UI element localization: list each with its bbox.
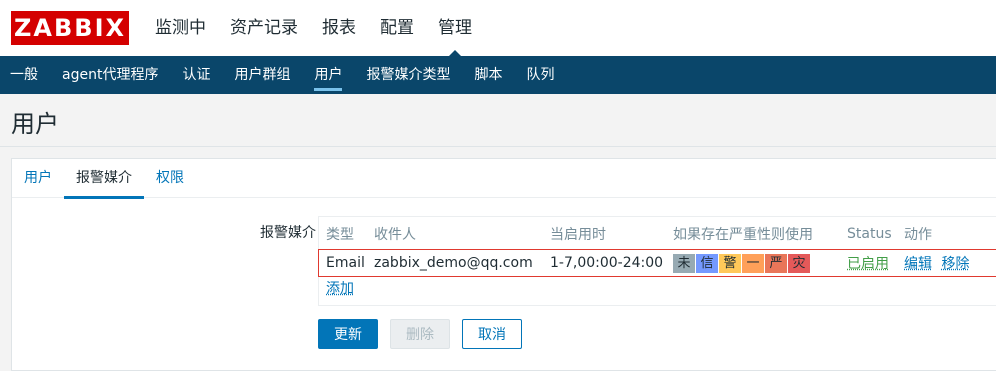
submenu-item-media-types[interactable]: 报警媒介类型 <box>354 56 462 94</box>
tab-media[interactable]: 报警媒介 <box>64 159 144 199</box>
cancel-button[interactable]: 取消 <box>462 319 522 349</box>
column-header-when-active: 当启用时 <box>550 226 606 243</box>
form-tabs: 用户 报警媒介 权限 <box>12 159 996 199</box>
top-header: ZABBIX 监测中 资产记录 报表 配置 管理 <box>0 0 996 56</box>
sub-menu: 一般 agent代理程序 认证 用户群组 用户 报警媒介类型 脚本 队列 <box>0 56 996 94</box>
column-header-severity: 如果存在严重性则使用 <box>673 226 813 243</box>
severity-indicators: 未 信 警 一 严 灾 <box>673 253 811 273</box>
media-table: 类型 收件人 当启用时 如果存在严重性则使用 Status 动作 Email z… <box>318 217 996 277</box>
severity-not-classified: 未 <box>673 253 696 273</box>
edit-link[interactable]: 编辑 <box>904 256 932 272</box>
severity-information: 信 <box>696 253 719 273</box>
column-header-actions: 动作 <box>904 226 932 243</box>
column-header-type: 类型 <box>326 226 354 243</box>
media-actions-cell: 编辑 移除 <box>897 250 996 276</box>
tab-user[interactable]: 用户 <box>12 159 64 198</box>
media-status-cell: 已启用 <box>840 250 897 276</box>
submenu-item-general[interactable]: 一般 <box>0 56 50 94</box>
media-list: 类型 收件人 当启用时 如果存在严重性则使用 Status 动作 Email z… <box>318 216 996 306</box>
remove-link[interactable]: 移除 <box>941 256 969 272</box>
menu-item-inventory[interactable]: 资产记录 <box>218 0 310 56</box>
submenu-item-proxies[interactable]: agent代理程序 <box>50 56 170 94</box>
media-severity-cell: 未 信 警 一 严 灾 <box>666 250 840 276</box>
media-when-active-cell: 1-7,00:00-24:00 <box>550 255 664 271</box>
tab-permissions[interactable]: 权限 <box>144 159 196 198</box>
page-title: 用户 <box>11 110 59 138</box>
zabbix-logo[interactable]: ZABBIX <box>11 11 129 45</box>
update-button[interactable]: 更新 <box>318 319 378 349</box>
submenu-item-queue[interactable]: 队列 <box>514 56 566 94</box>
media-sendto-cell: zabbix_demo@qq.com <box>374 255 533 271</box>
status-toggle-link[interactable]: 已启用 <box>847 256 889 272</box>
main-menu: 监测中 资产记录 报表 配置 管理 <box>143 0 484 56</box>
menu-item-reports[interactable]: 报表 <box>310 0 368 56</box>
submenu-item-users[interactable]: 用户 <box>302 56 354 94</box>
severity-average: 一 <box>742 253 765 273</box>
menu-item-monitoring[interactable]: 监测中 <box>143 0 218 56</box>
severity-high: 严 <box>765 253 788 273</box>
submenu-item-scripts[interactable]: 脚本 <box>462 56 514 94</box>
menu-item-configuration[interactable]: 配置 <box>368 0 426 56</box>
column-header-sendto: 收件人 <box>374 226 416 243</box>
delete-button[interactable]: 删除 <box>390 319 450 349</box>
severity-disaster: 灾 <box>788 253 811 273</box>
submenu-item-authentication[interactable]: 认证 <box>170 56 222 94</box>
form-buttons: 更新 删除 取消 <box>318 319 534 349</box>
column-header-status: Status <box>847 225 892 242</box>
menu-item-administration[interactable]: 管理 <box>426 0 484 56</box>
table-header-row: 类型 收件人 当启用时 如果存在严重性则使用 Status 动作 <box>319 217 996 250</box>
user-form-panel: 用户 报警媒介 权限 报警媒介 类型 收件人 当启用时 如果存在严重性则使用 S… <box>11 158 996 371</box>
add-media-link[interactable]: 添加 <box>326 278 354 298</box>
media-type-cell: Email <box>326 255 365 271</box>
divider <box>0 146 996 147</box>
submenu-item-user-groups[interactable]: 用户群组 <box>222 56 302 94</box>
table-row: Email zabbix_demo@qq.com 1-7,00:00-24:00… <box>318 249 996 277</box>
media-field-label: 报警媒介 <box>260 225 316 241</box>
severity-warning: 警 <box>719 253 742 273</box>
